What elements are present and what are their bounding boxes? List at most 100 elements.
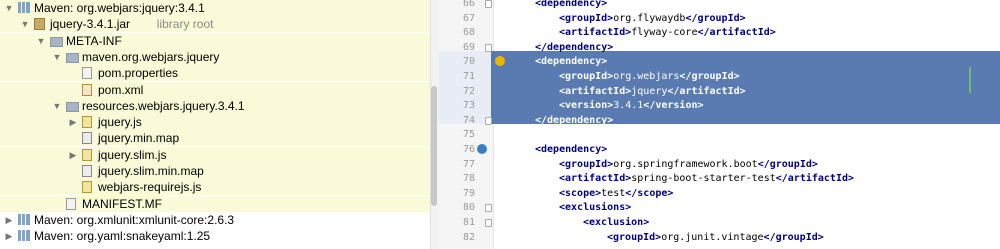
fold-marker-icon[interactable]: [485, 43, 492, 52]
package-icon: [66, 52, 79, 63]
tree-row[interactable]: ▶ jquery.slim.js: [0, 146, 430, 163]
line-number: 66: [462, 0, 475, 9]
xml-text: spring-boot-starter-test: [631, 173, 776, 185]
library-icon: [18, 2, 30, 13]
lightbulb-icon[interactable]: [495, 56, 505, 67]
line-number: 72: [462, 85, 475, 97]
run-gutter-icon[interactable]: [477, 144, 487, 154]
xml-text: jquery: [631, 85, 668, 97]
tree-row[interactable]: ▶ jquery.js: [0, 114, 430, 131]
tree-row[interactable]: ▼ Maven: org.webjars:jquery:3.4.1: [0, 0, 430, 16]
line-number: 81: [462, 217, 475, 228]
fold-marker-icon[interactable]: [485, 219, 492, 227]
tree-row[interactable]: ▼ META-INF: [0, 32, 430, 49]
tree-row[interactable]: webjars-requirejs.js: [0, 179, 430, 196]
xml-tag: </version>: [643, 100, 704, 112]
chevron-down-icon[interactable]: ▼: [20, 16, 30, 32]
code-text: <artifactId>jquery</artifactId>: [559, 84, 746, 99]
xml-tag: </artifactId>: [667, 85, 746, 97]
tree-row[interactable]: pom.xml: [0, 81, 430, 98]
xml-tag: </dependency>: [535, 41, 614, 53]
xml-tag: </groupId>: [679, 71, 740, 82]
code-text: </dependency>: [535, 40, 613, 55]
xml-text: org.springframework.boot: [613, 158, 758, 170]
fold-marker-icon[interactable]: [485, 0, 492, 8]
xml-tag: </artifactId>: [697, 27, 776, 39]
chevron-right-icon[interactable]: ▶: [4, 228, 14, 244]
folder-icon: [50, 36, 63, 47]
code-line[interactable]: 70 <dependency>: [439, 54, 1000, 69]
tree-row[interactable]: pom.properties: [0, 65, 430, 82]
code-line[interactable]: 81 <exclusion>: [439, 215, 1000, 230]
tree-item-label: MANIFEST.MF: [82, 196, 162, 211]
code-line[interactable]: 75: [439, 127, 1000, 142]
code-text: <exclusion>: [583, 215, 649, 230]
package-icon: [66, 101, 79, 112]
xml-tag: <exclusion>: [583, 217, 650, 228]
tree-row[interactable]: MANIFEST.MF: [0, 195, 430, 212]
fold-marker-icon[interactable]: [485, 116, 492, 125]
code-line[interactable]: 76 <dependency>: [439, 142, 1000, 157]
line-number: 75: [462, 129, 475, 141]
jar-icon: [34, 18, 45, 31]
code-line[interactable]: 82 <groupId>org.junit.vintage</groupId>: [439, 230, 1000, 245]
xml-text: flyway-core: [631, 27, 698, 39]
code-text: <groupId>org.junit.vintage</groupId>: [607, 230, 824, 245]
tree-item-label: pom.xml: [98, 82, 144, 97]
tree-row[interactable]: ▼ jquery-3.4.1.jar library root: [0, 16, 430, 33]
xml-text: test: [601, 187, 626, 199]
tree-item-label: jquery.slim.min.map: [98, 164, 204, 178]
tree-row[interactable]: ▶ Maven: org.xmlunit:xmlunit-core:2.6.3: [0, 212, 430, 228]
xml-tag: <groupId>: [607, 231, 662, 243]
xml-text: 3.4.1: [613, 100, 644, 112]
tree-row[interactable]: ▼ resources.webjars.jquery.3.4.1: [0, 97, 430, 114]
chevron-down-icon[interactable]: ▼: [52, 98, 62, 114]
code-line[interactable]: 77 <groupId>org.springframework.boot</gro…: [439, 157, 1000, 172]
line-number: 73: [462, 100, 475, 112]
xml-tag: </groupId>: [685, 12, 746, 24]
code-text: <groupId>org.flywaydb</groupId>: [559, 11, 746, 26]
xml-tag: <groupId>: [559, 12, 614, 24]
code-line[interactable]: 79 <scope>test</scope>: [439, 186, 1000, 201]
xml-tag: <dependency>: [535, 144, 608, 155]
project-tree-scroll-thumb[interactable]: [431, 86, 437, 206]
xml-file-icon: [82, 83, 92, 96]
code-line[interactable]: 66 <dependency>: [439, 0, 1000, 11]
xml-tag: </scope>: [625, 187, 674, 199]
js-file-icon: [82, 181, 92, 194]
tree-row[interactable]: jquery.slim.min.map: [0, 163, 430, 179]
tree-row[interactable]: ▶ Maven: org.yaml:snakeyaml:1.25: [0, 228, 430, 244]
code-line[interactable]: 80 <exclusions>: [439, 200, 1000, 215]
chevron-right-icon[interactable]: ▶: [4, 212, 14, 228]
js-file-icon: [82, 116, 92, 129]
xml-tag: <scope>: [559, 187, 602, 199]
chevron-right-icon[interactable]: ▶: [68, 147, 78, 163]
line-number: 82: [462, 231, 475, 243]
code-line[interactable]: 73 <version>3.4.1</version>: [439, 98, 1000, 113]
manifest-file-icon: [66, 197, 76, 210]
chevron-down-icon[interactable]: ▼: [52, 49, 62, 65]
line-number: 67: [462, 12, 475, 24]
tree-item-label: jquery-3.4.1.jar: [50, 17, 131, 32]
chevron-down-icon[interactable]: ▼: [4, 0, 14, 16]
code-line[interactable]: 67 <groupId>org.flywaydb</groupId>: [439, 11, 1000, 26]
code-line[interactable]: 69 </dependency>: [439, 40, 1000, 55]
tree-row[interactable]: ▼ maven.org.webjars.jquery: [0, 48, 430, 65]
tree-item-label: resources.webjars.jquery.3.4.1: [82, 98, 245, 113]
tree-item-label: Maven: org.webjars:jquery:3.4.1: [34, 1, 205, 15]
code-editor[interactable]: 66 <dependency> 67 <groupId>org.flywaydb</g…: [439, 0, 1000, 249]
chevron-down-icon[interactable]: ▼: [36, 33, 46, 49]
tree-row[interactable]: jquery.min.map: [0, 130, 430, 147]
fold-marker-icon[interactable]: [485, 204, 492, 213]
code-line[interactable]: 78 <artifactId>spring-boot-starter-test</…: [439, 171, 1000, 186]
code-line[interactable]: 74 </dependency>: [439, 113, 1000, 128]
code-text: </dependency>: [535, 113, 613, 128]
chevron-right-icon[interactable]: ▶: [68, 114, 78, 130]
tree-item-label: maven.org.webjars.jquery: [82, 49, 220, 64]
code-line[interactable]: 71 <groupId>org.webjars</groupId>: [439, 69, 1000, 84]
xml-tag: <artifactId>: [559, 173, 632, 185]
code-line[interactable]: 68 <artifactId>flyway-core</artifactId>: [439, 25, 1000, 40]
tree-item-label: jquery.js: [98, 115, 142, 130]
xml-tag: </groupId>: [757, 158, 818, 170]
code-line[interactable]: 72 <artifactId>jquery</artifactId>: [439, 84, 1000, 99]
